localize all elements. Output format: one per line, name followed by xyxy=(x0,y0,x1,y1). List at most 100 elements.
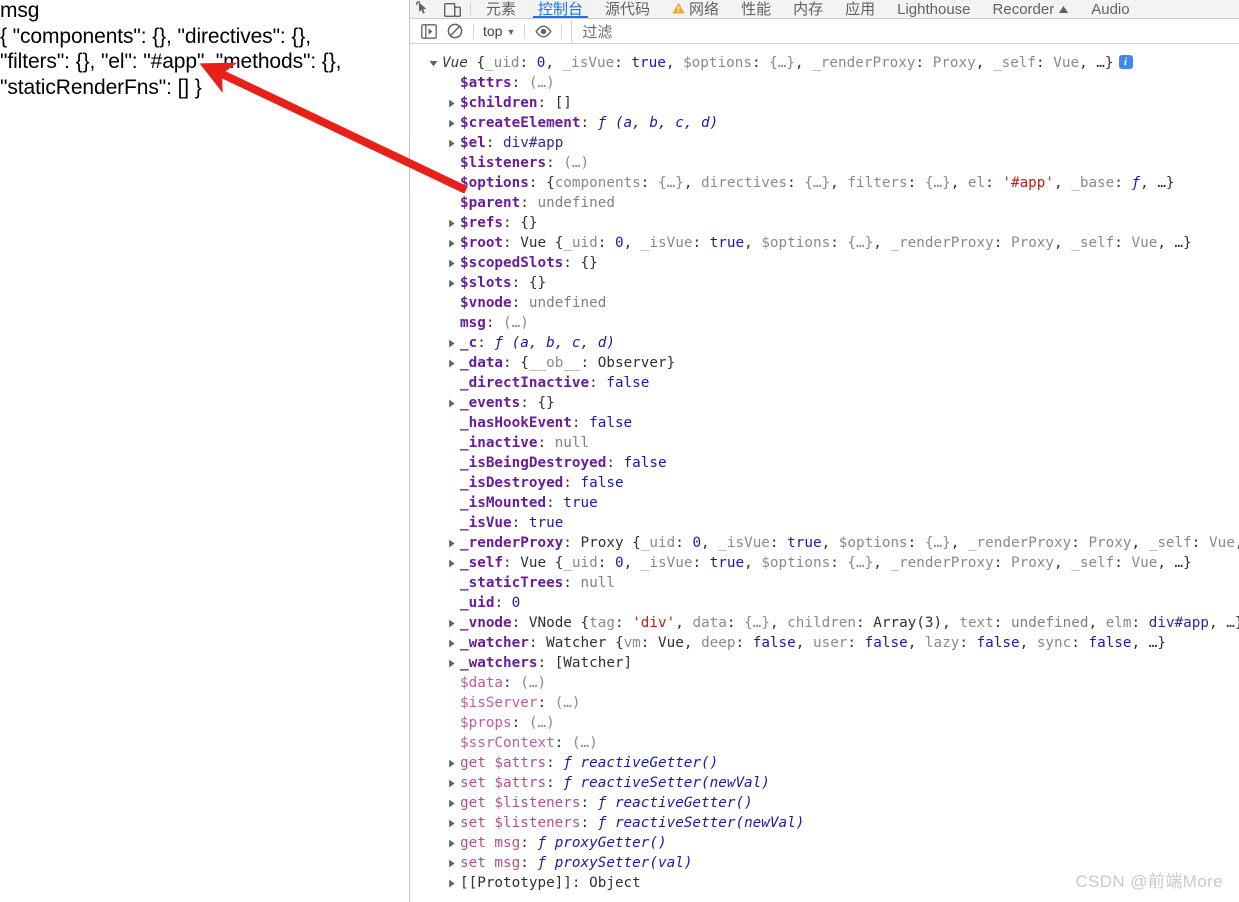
console-property-row[interactable]: set $listeners: ƒ reactiveSetter(newVal) xyxy=(410,813,1239,833)
disclosure-triangle-right-icon[interactable] xyxy=(444,653,458,673)
console-token: $vnode xyxy=(460,295,512,311)
console-token: _isBeingDestroyed xyxy=(460,455,607,471)
disclosure-triangle-right-icon[interactable] xyxy=(444,633,458,653)
console-property-row[interactable]: $el: div#app xyxy=(410,133,1239,153)
console-token: : xyxy=(546,155,564,171)
console-token: lazy xyxy=(924,635,960,651)
console-property-row[interactable]: msg: (…) xyxy=(410,313,1239,333)
console-property-row[interactable]: $parent: undefined xyxy=(410,193,1239,213)
tab-sources[interactable]: 源代码 xyxy=(594,0,661,18)
inspect-cursor-icon[interactable] xyxy=(410,0,438,18)
console-property-row[interactable]: _renderProxy: Proxy {_uid: 0, _isVue: tr… xyxy=(410,533,1239,553)
console-property-row[interactable]: _isBeingDestroyed: false xyxy=(410,453,1239,473)
tab-network[interactable]: 网络 xyxy=(661,0,730,18)
disclosure-triangle-right-icon[interactable] xyxy=(444,93,458,113)
disclosure-triangle-right-icon[interactable] xyxy=(444,353,458,373)
disclosure-triangle-right-icon[interactable] xyxy=(444,113,458,133)
console-token: , xyxy=(665,55,684,71)
console-property-row[interactable]: $refs: {} xyxy=(410,213,1239,233)
console-property-row[interactable]: _vnode: VNode {tag: 'div', data: {…}, ch… xyxy=(410,613,1239,633)
tab-console[interactable]: 控制台 xyxy=(527,0,594,18)
csdn-watermark: CSDN @前端More xyxy=(1075,872,1223,891)
disclosure-triangle-right-icon[interactable] xyxy=(444,133,458,153)
tab-recorder[interactable]: Recorder xyxy=(982,0,1081,18)
console-property-row[interactable]: $vnode: undefined xyxy=(410,293,1239,313)
console-property-row[interactable]: $children: [] xyxy=(410,93,1239,113)
execution-context-select[interactable]: top ▼ xyxy=(479,23,519,39)
caret-up-icon xyxy=(1058,2,1069,17)
console-filter-input[interactable]: 过滤 xyxy=(571,20,1239,42)
tab-audio[interactable]: Audio xyxy=(1080,0,1140,18)
clear-console-icon[interactable] xyxy=(442,20,468,42)
console-token: : xyxy=(571,875,590,891)
console-property-row[interactable]: _isDestroyed: false xyxy=(410,473,1239,493)
console-property-row[interactable]: $createElement: ƒ (a, b, c, d) xyxy=(410,113,1239,133)
console-property-row[interactable]: _directInactive: false xyxy=(410,373,1239,393)
console-property-row[interactable]: _inactive: null xyxy=(410,433,1239,453)
disclosure-triangle-right-icon[interactable] xyxy=(444,773,458,793)
console-property-row[interactable]: _hasHookEvent: false xyxy=(410,413,1239,433)
console-property-row[interactable]: get $attrs: ƒ reactiveGetter() xyxy=(410,753,1239,773)
console-property-row[interactable]: _events: {} xyxy=(410,393,1239,413)
console-property-row[interactable]: $isServer: (…) xyxy=(410,693,1239,713)
console-property-row[interactable]: _isVue: true xyxy=(410,513,1239,533)
console-property-row[interactable]: $props: (…) xyxy=(410,713,1239,733)
tab-application[interactable]: 应用 xyxy=(834,0,886,18)
console-token: components xyxy=(554,175,641,191)
disclosure-triangle-right-icon[interactable] xyxy=(444,793,458,813)
console-property-row[interactable]: _staticTrees: null xyxy=(410,573,1239,593)
console-token: : xyxy=(503,235,521,251)
disclosure-triangle-right-icon[interactable] xyxy=(444,853,458,873)
tab-label: 网络 xyxy=(689,1,720,18)
console-property-row[interactable]: _isMounted: true xyxy=(410,493,1239,513)
live-expression-eye-icon[interactable] xyxy=(530,20,556,42)
disclosure-triangle-right-icon[interactable] xyxy=(444,553,458,573)
console-sidebar-icon[interactable] xyxy=(416,20,442,42)
disclosure-triangle-right-icon[interactable] xyxy=(444,273,458,293)
tab-lighthouse[interactable]: Lighthouse xyxy=(886,0,981,18)
console-token: $options xyxy=(761,235,831,251)
disclosure-triangle-right-icon[interactable] xyxy=(444,253,458,273)
disclosure-triangle-right-icon[interactable] xyxy=(444,833,458,853)
tab-elements[interactable]: 元素 xyxy=(475,0,527,18)
console-property-row[interactable]: $slots: {} xyxy=(410,273,1239,293)
console-token: {} xyxy=(528,275,547,291)
tab-memory[interactable]: 内存 xyxy=(782,0,834,18)
disclosure-triangle-right-icon[interactable] xyxy=(444,173,458,193)
disclosure-triangle-right-icon[interactable] xyxy=(444,333,458,353)
console-property-row[interactable]: _uid: 0 xyxy=(410,593,1239,613)
tab-performance[interactable]: 性能 xyxy=(730,0,782,18)
disclosure-triangle-right-icon[interactable] xyxy=(444,233,458,253)
console-property-row[interactable]: $scopedSlots: {} xyxy=(410,253,1239,273)
disclosure-triangle-right-icon[interactable] xyxy=(444,533,458,553)
console-property-row[interactable]: $data: (…) xyxy=(410,673,1239,693)
disclosure-triangle-right-icon[interactable] xyxy=(444,813,458,833)
console-object-header[interactable]: Vue {_uid: 0, _isVue: true, $options: {…… xyxy=(410,53,1239,73)
disclosure-triangle-right-icon[interactable] xyxy=(444,393,458,413)
disclosure-triangle-right-icon[interactable] xyxy=(444,213,458,233)
console-property-row[interactable]: get msg: ƒ proxyGetter() xyxy=(410,833,1239,853)
console-property-row[interactable]: $options: {components: {…}, directives: … xyxy=(410,173,1239,193)
console-property-row[interactable]: $ssrContext: (…) xyxy=(410,733,1239,753)
device-toolbar-icon[interactable] xyxy=(438,0,466,18)
console-token: : xyxy=(640,635,659,651)
console-token: null xyxy=(580,575,615,591)
console-property-row[interactable]: _watchers: [Watcher] xyxy=(410,653,1239,673)
disclosure-triangle-right-icon[interactable] xyxy=(444,613,458,633)
disclosure-triangle-down-icon[interactable] xyxy=(426,53,440,73)
console-property-row[interactable]: $listeners: (…) xyxy=(410,153,1239,173)
console-property-row[interactable]: $root: Vue {_uid: 0, _isVue: true, $opti… xyxy=(410,233,1239,253)
console-property-row[interactable]: set $attrs: ƒ reactiveSetter(newVal) xyxy=(410,773,1239,793)
disclosure-triangle-right-icon[interactable] xyxy=(444,873,458,893)
console-property-row[interactable]: _c: ƒ (a, b, c, d) xyxy=(410,333,1239,353)
disclosure-triangle-right-icon[interactable] xyxy=(444,753,458,773)
console-token: ƒ xyxy=(563,755,581,771)
console-property-row[interactable]: $attrs: (…) xyxy=(410,73,1239,93)
console-token: , xyxy=(701,535,719,551)
console-property-row[interactable]: _data: {__ob__: Observer} xyxy=(410,353,1239,373)
console-token: Proxy xyxy=(1088,535,1132,551)
info-badge-icon[interactable]: i xyxy=(1118,55,1133,69)
console-property-row[interactable]: _watcher: Watcher {vm: Vue, deep: false,… xyxy=(410,633,1239,653)
console-property-row[interactable]: _self: Vue {_uid: 0, _isVue: true, $opti… xyxy=(410,553,1239,573)
console-property-row[interactable]: get $listeners: ƒ reactiveGetter() xyxy=(410,793,1239,813)
